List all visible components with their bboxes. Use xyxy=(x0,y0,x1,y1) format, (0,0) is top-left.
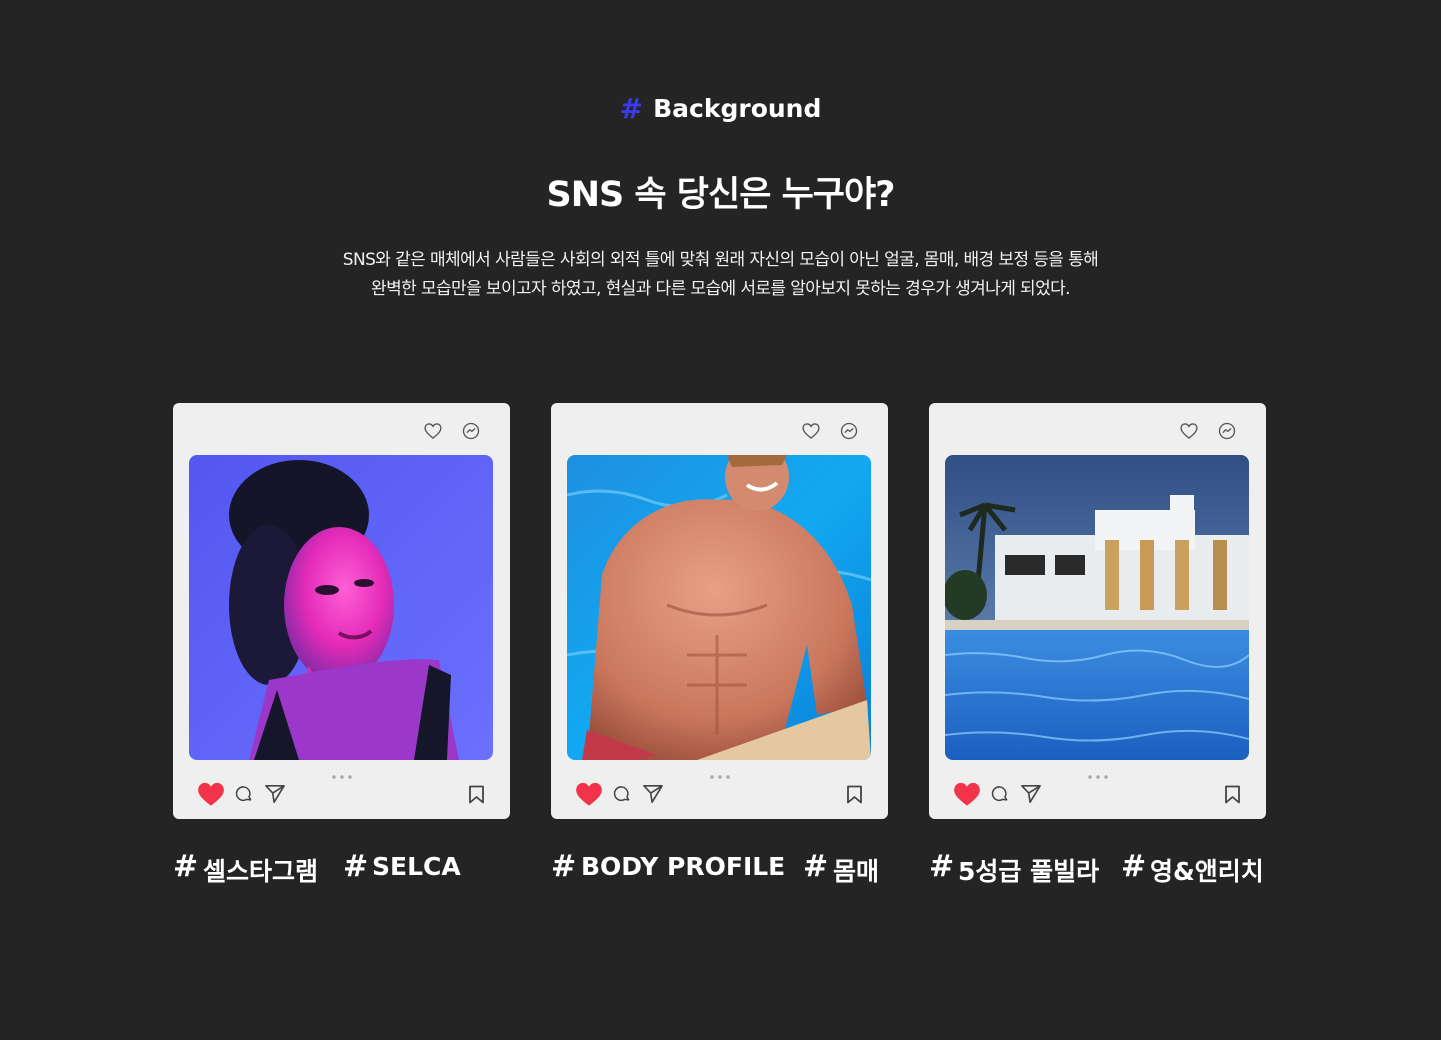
comment-icon[interactable] xyxy=(234,784,254,804)
hashtag[interactable]: 셀스타그램 xyxy=(203,852,318,888)
hashtags-pool-villa: # 5성급 풀빌라 # 영&앤리치 xyxy=(929,849,1266,892)
like-heart-icon[interactable] xyxy=(575,781,603,807)
comment-icon[interactable] xyxy=(990,784,1010,804)
more-dots-icon[interactable] xyxy=(331,774,353,780)
section-title: Background xyxy=(653,94,822,123)
page-headline: SNS 속 당신은 누구야? xyxy=(546,175,896,215)
hashtag[interactable]: SELCA xyxy=(372,852,461,881)
messenger-icon[interactable] xyxy=(1217,421,1237,441)
bookmark-icon[interactable] xyxy=(468,785,485,804)
heart-outline-icon[interactable] xyxy=(1179,421,1199,441)
post-card-body-profile xyxy=(551,403,888,819)
pool-villa-photo xyxy=(945,455,1249,760)
heart-outline-icon[interactable] xyxy=(423,421,443,441)
section-label: # Background xyxy=(0,92,1441,125)
hashtag[interactable]: BODY PROFILE xyxy=(581,852,785,881)
comment-icon[interactable] xyxy=(612,784,632,804)
hash-icon: # xyxy=(619,92,644,125)
hash-icon: # xyxy=(803,849,829,884)
like-heart-icon[interactable] xyxy=(953,781,981,807)
hash-icon: # xyxy=(551,849,577,884)
like-heart-icon[interactable] xyxy=(197,781,225,807)
share-icon[interactable] xyxy=(642,784,664,804)
description-line-1: SNS와 같은 매체에서 사람들은 사회의 외적 틀에 맞춰 원래 자신의 모습… xyxy=(342,250,1099,270)
hashtag[interactable]: 영&앤리치 xyxy=(1150,852,1264,888)
bookmark-icon[interactable] xyxy=(1224,785,1241,804)
hash-icon: # xyxy=(173,849,199,884)
more-dots-icon[interactable] xyxy=(709,774,731,780)
description: SNS와 같은 매체에서 사람들은 사회의 외적 틀에 맞춰 원래 자신의 모습… xyxy=(0,246,1441,304)
hashtag[interactable]: 몸매 xyxy=(833,852,879,888)
messenger-icon[interactable] xyxy=(461,421,481,441)
messenger-icon[interactable] xyxy=(839,421,859,441)
share-icon[interactable] xyxy=(264,784,286,804)
heart-outline-icon[interactable] xyxy=(801,421,821,441)
more-dots-icon[interactable] xyxy=(1087,774,1109,780)
post-card-selfie xyxy=(173,403,510,819)
share-icon[interactable] xyxy=(1020,784,1042,804)
bookmark-icon[interactable] xyxy=(846,785,863,804)
hashtags-selfie: # 셀스타그램 # SELCA xyxy=(173,849,510,892)
description-line-2: 완벽한 모습만을 보이고자 하였고, 현실과 다른 모습에 서로를 알아보지 못… xyxy=(371,279,1071,299)
hash-icon: # xyxy=(929,849,955,884)
body-profile-pool-photo xyxy=(567,455,871,760)
selfie-portrait-photo xyxy=(189,455,493,760)
post-card-pool-villa xyxy=(929,403,1266,819)
hashtags-body-profile: # BODY PROFILE # 몸매 xyxy=(551,849,888,892)
hash-icon: # xyxy=(1121,849,1147,884)
hashtag[interactable]: 5성급 풀빌라 xyxy=(958,852,1099,888)
hash-icon: # xyxy=(343,849,369,884)
